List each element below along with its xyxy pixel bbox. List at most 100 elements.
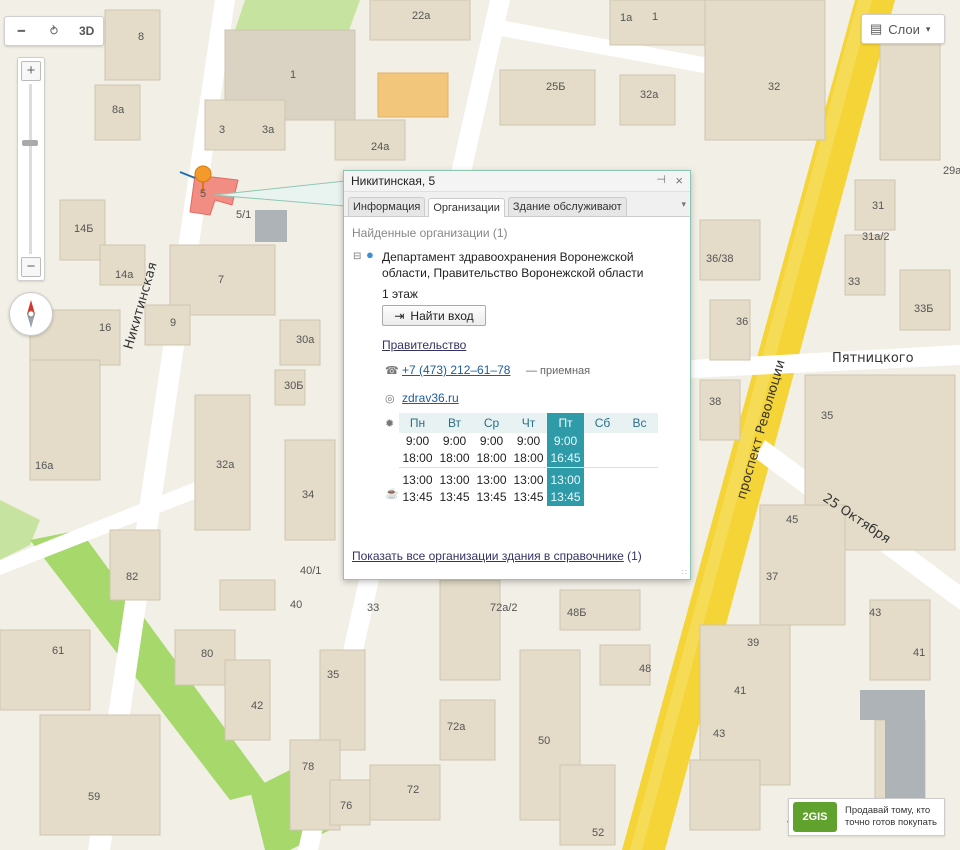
schedule-time: 16:45 (547, 450, 584, 468)
tab-building-services[interactable]: Здание обслуживают (507, 197, 627, 216)
building-number: 22а (412, 10, 431, 22)
building-number: 16 (99, 322, 111, 334)
building-number: 61 (52, 645, 64, 657)
schedule-time: 13:00 (513, 473, 544, 487)
building-number: 31а/2 (862, 231, 890, 243)
building-number: 14а (115, 269, 134, 281)
building-number: 38 (709, 396, 721, 408)
show-all-orgs: Показать все организации здания в справо… (352, 549, 642, 563)
building-number: 32 (768, 81, 780, 93)
find-entrance-label: Найти вход (410, 308, 474, 323)
3d-button[interactable]: 3D (70, 24, 103, 38)
schedule-time: 13:45 (402, 490, 433, 504)
building-number: 33Б (914, 303, 933, 315)
map-toolbar: ━ ⥁ 3D (4, 16, 104, 46)
building-number: 72 (407, 784, 419, 796)
ad-text-line2: точно готов покупать (845, 817, 937, 828)
show-all-link[interactable]: Показать все организации здания в справо… (352, 549, 624, 563)
schedule-time: 9:00 (516, 434, 541, 448)
floor-label: 1 этаж (382, 287, 418, 301)
2gis-logo: 2GIS (793, 802, 837, 832)
schedule-time (621, 433, 658, 450)
tab-information[interactable]: Информация (348, 197, 426, 216)
building-number: 76 (340, 800, 352, 812)
schedule-time (584, 489, 621, 506)
building-number: 33 (367, 602, 379, 614)
schedule-time: 9:00 (547, 433, 584, 450)
building-number: 14Б (74, 223, 93, 235)
zoom-out-button[interactable]: − (21, 257, 41, 277)
building-number: 36/38 (706, 253, 734, 265)
building-number: 52 (592, 827, 604, 839)
route-icon[interactable]: ⥁ (38, 24, 71, 38)
schedule-time: 18:00 (402, 451, 433, 465)
building-number: 35 (821, 410, 833, 422)
ad-banner[interactable]: 2GIS Продавай тому, кто точно готов поку… (788, 798, 945, 836)
building-number: 48Б (567, 607, 586, 619)
schedule-time: 13:45 (476, 490, 507, 504)
building-number: 7 (218, 274, 224, 286)
schedule-time: 13:45 (513, 490, 544, 504)
website-link[interactable]: zdrav36.ru (402, 391, 459, 405)
phone-link[interactable]: +7 (473) 212‒61‒78 (402, 363, 510, 377)
building-number: 31 (872, 200, 884, 212)
building-number: 35 (327, 669, 339, 681)
building-number: 30а (296, 334, 315, 346)
building-info-popup: Никитинская, 5 ⊣ × Информация Организаци… (343, 170, 691, 580)
schedule-time (584, 450, 621, 468)
location-pin-icon: ● (366, 247, 374, 262)
building-number: 40/1 (300, 565, 321, 577)
ruler-icon[interactable]: ━ (5, 24, 38, 38)
popup-title: Никитинская, 5 (351, 174, 436, 188)
building-number: 41 (913, 647, 925, 659)
tabs-more-icon[interactable]: ▾ (681, 199, 686, 210)
building-number: 8а (112, 104, 125, 116)
ad-text: Продавай тому, кто точно готов покупать (845, 805, 937, 829)
zoom-slider-handle[interactable] (22, 140, 38, 147)
building-number: 40 (290, 599, 302, 611)
layers-button[interactable]: ▤ Слои ▾ (861, 14, 945, 44)
building-number: 39 (747, 637, 759, 649)
schedule-time: 13:45 (547, 489, 584, 506)
schedule-time: 18:00 (439, 451, 470, 465)
building-number: 82 (126, 571, 138, 583)
building-number: 37 (766, 571, 778, 583)
building-number: 72а/2 (490, 602, 518, 614)
building-number: 29а (943, 165, 960, 177)
building-number: 32а (640, 89, 659, 101)
building-number: 48 (639, 663, 651, 675)
coffee-icon: ☕ (385, 488, 399, 500)
find-entrance-button[interactable]: ⇥ Найти вход (382, 305, 486, 326)
schedule-day-header: Чт (510, 413, 547, 433)
building-number: 45 (786, 514, 798, 526)
collapse-icon[interactable]: ⊟ (353, 251, 361, 262)
tab-organizations[interactable]: Организации (428, 198, 505, 217)
working-hours-table: Пн Вт Ср Чт Пт Сб Вс 9:00 9:00 9:00 9:00 9:00 18:00 1… (399, 413, 658, 506)
schedule-time (584, 433, 621, 450)
category-link[interactable]: Правительство (382, 338, 466, 352)
building-number: 3 (219, 124, 225, 136)
building-number: 1а (620, 12, 633, 24)
schedule-time: 18:00 (476, 451, 507, 465)
organization-name[interactable]: Департамент здравоохранения Воронежской … (382, 249, 672, 281)
resize-grip-icon[interactable]: ∷ (682, 568, 687, 577)
pin-icon[interactable]: ⊣ (656, 173, 666, 186)
building-number: 36 (736, 316, 748, 328)
street-label-pyatnitskogo: Пятницкого (832, 351, 914, 366)
phone-note: — приемная (526, 365, 591, 377)
building-number: 50 (538, 735, 550, 747)
chevron-down-icon: ▾ (925, 23, 931, 34)
building-number: 16а (35, 460, 54, 472)
schedule-time: 13:00 (547, 472, 584, 489)
compass-icon[interactable] (9, 292, 53, 336)
building-number: 42 (251, 700, 263, 712)
schedule-day-header: Сб (584, 413, 621, 433)
close-icon[interactable]: × (675, 173, 683, 188)
zoom-in-button[interactable]: + (21, 61, 41, 81)
building-number: 9 (170, 317, 176, 329)
building-number: 8 (138, 31, 144, 43)
schedule-time: 13:45 (439, 490, 470, 504)
building-number: 41 (734, 685, 746, 697)
zoom-track[interactable] (29, 84, 32, 254)
schedule-time: 13:00 (402, 473, 433, 487)
